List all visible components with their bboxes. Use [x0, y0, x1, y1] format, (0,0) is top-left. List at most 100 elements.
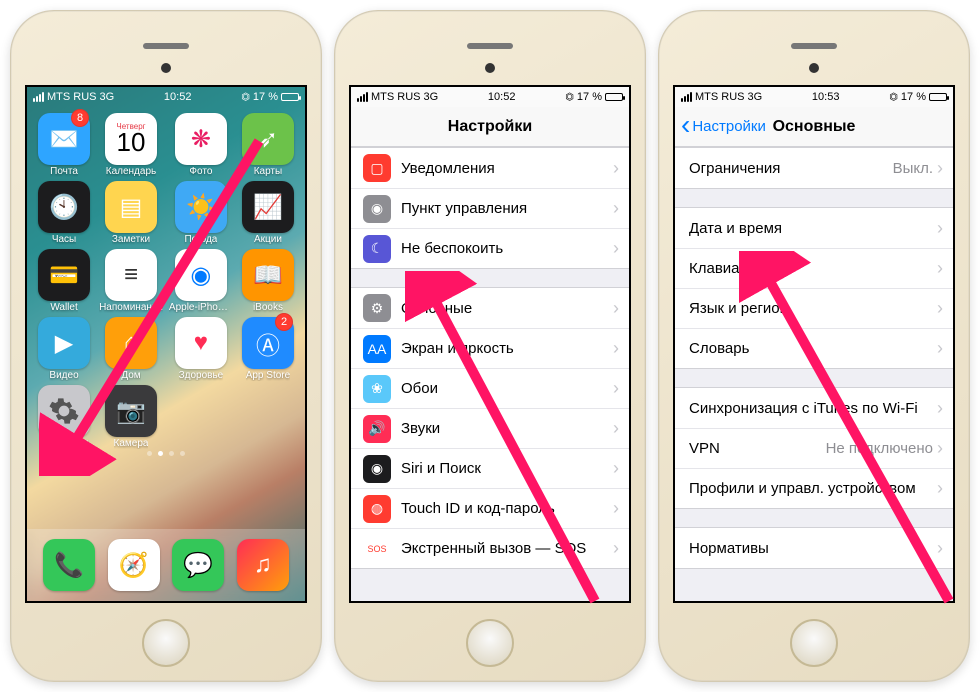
phone-2: MTS RUS 3G 10:52 ⏣ 17 % Настройки ▢ Увед… [334, 10, 646, 682]
settings-row[interactable]: ◍ Touch ID и код-пароль › [351, 488, 629, 528]
app-карты[interactable]: ➶Карты [239, 113, 297, 177]
settings-row[interactable]: Профили и управл. устройством› [675, 468, 953, 508]
settings-row[interactable]: ОграниченияВыкл.› [675, 148, 953, 188]
app-календарь[interactable]: Четверг10Календарь [99, 113, 163, 177]
speaker [791, 43, 837, 49]
settings-row[interactable]: ☾ Не беспокоить › [351, 228, 629, 268]
home-button[interactable] [790, 619, 838, 667]
row-value: Не подключено [826, 440, 933, 457]
app-здоровье[interactable]: ♥Здоровье [169, 317, 233, 381]
app-apple-iphon…[interactable]: ◉Apple-iPhon… [169, 249, 233, 313]
app-часы[interactable]: 🕙Часы [35, 181, 93, 245]
page-dots [27, 451, 305, 456]
app-label: Почта [50, 166, 78, 177]
row-icon: ▢ [363, 154, 391, 182]
app-фото[interactable]: ❋Фото [169, 113, 233, 177]
home-button[interactable] [142, 619, 190, 667]
app-видео[interactable]: ▶︎Видео [35, 317, 93, 381]
status-bar: MTS RUS 3G 10:53 ⏣ 17 % [675, 87, 953, 107]
settings-screen: MTS RUS 3G 10:52 ⏣ 17 % Настройки ▢ Увед… [349, 85, 631, 603]
clock: 10:52 [164, 91, 192, 103]
app-label: Настройки [40, 438, 89, 449]
settings-row[interactable]: ▢ Уведомления › [351, 148, 629, 188]
row-icon: AA [363, 335, 391, 363]
chevron-right-icon: › [937, 298, 943, 319]
settings-row[interactable]: Нормативы› [675, 528, 953, 568]
app-grid: ✉️Почта8Четверг10Календарь❋Фото➶Карты 🕙Ча… [27, 107, 305, 449]
network-label: 3G [424, 91, 439, 103]
chevron-right-icon: › [613, 378, 619, 399]
phone-1: MTS RUS 3G 10:52 ⏣ 17 % ✉️Почта8Четверг1… [10, 10, 322, 682]
chevron-right-icon: › [937, 538, 943, 559]
app-напоминания[interactable]: ≡Напоминания [99, 249, 163, 313]
row-value: Выкл. [893, 160, 933, 177]
app-дом[interactable]: ⌂Дом [99, 317, 163, 381]
app-погода[interactable]: ☀️Погода [169, 181, 233, 245]
row-title: VPN [689, 440, 826, 457]
nav-bar: Настройки Основные [675, 107, 953, 147]
row-icon: SOS [363, 535, 391, 563]
rotation-lock-icon: ⏣ [241, 92, 250, 103]
app-почта[interactable]: ✉️Почта8 [35, 113, 93, 177]
app-icon: ⌂ [105, 317, 157, 369]
back-button[interactable]: Настройки [681, 107, 766, 146]
settings-row[interactable]: ⚙ Основные › [351, 288, 629, 328]
chevron-right-icon: › [613, 238, 619, 259]
app-icon: 🧭 [108, 539, 160, 591]
settings-row[interactable]: Язык и регион› [675, 288, 953, 328]
carrier-label: MTS RUS [371, 91, 421, 103]
app-label: Акции [254, 234, 282, 245]
app-label: Напоминания [99, 302, 163, 313]
app-акции[interactable]: 📈Акции [239, 181, 297, 245]
battery-pct: 17 % [901, 91, 926, 103]
carrier-label: MTS RUS [47, 91, 97, 103]
chevron-right-icon: › [937, 258, 943, 279]
front-camera [485, 63, 495, 73]
general-settings-screen: MTS RUS 3G 10:53 ⏣ 17 % Настройки Основн… [673, 85, 955, 603]
row-title: Язык и регион [689, 300, 937, 317]
app-icon: ▤ [105, 181, 157, 233]
nav-title: Настройки [448, 118, 532, 136]
app-wallet[interactable]: 💳Wallet [35, 249, 93, 313]
row-title: Не беспокоить [401, 240, 613, 257]
signal-icon [357, 92, 368, 102]
settings-row[interactable]: ◉ Siri и Поиск › [351, 448, 629, 488]
app-icon: 📞 [43, 539, 95, 591]
dock-app-телефон[interactable]: 📞Телефон [43, 539, 95, 591]
dock-app-safari[interactable]: 🧭Safari [108, 539, 160, 591]
nav-bar: Настройки [351, 107, 629, 147]
home-button[interactable] [466, 619, 514, 667]
settings-row[interactable]: Словарь› [675, 328, 953, 368]
chevron-right-icon: › [937, 438, 943, 459]
app-icon: ♫ [237, 539, 289, 591]
app-настройки[interactable]: Настройки [35, 385, 93, 449]
chevron-right-icon: › [937, 478, 943, 499]
settings-row[interactable]: ◉ Пункт управления › [351, 188, 629, 228]
settings-row[interactable]: VPNНе подключено› [675, 428, 953, 468]
settings-row[interactable]: 🔊 Звуки › [351, 408, 629, 448]
app-label: Часы [52, 234, 76, 245]
dock-app-сообщения[interactable]: 💬Сообщения [172, 539, 224, 591]
signal-icon [681, 92, 692, 102]
settings-list[interactable]: ▢ Уведомления ›◉ Пункт управления ›☾ Не … [351, 147, 629, 601]
app-камера[interactable]: 📷Камера [99, 385, 163, 449]
settings-row[interactable]: SOS Экстренный вызов — SOS › [351, 528, 629, 568]
app-заметки[interactable]: ▤Заметки [99, 181, 163, 245]
app-icon: ♥ [175, 317, 227, 369]
row-icon: ☾ [363, 235, 391, 263]
app-label: Дом [121, 370, 140, 381]
row-title: Обои [401, 380, 613, 397]
dock-app-музыка[interactable]: ♫Музыка [237, 539, 289, 591]
app-ibooks[interactable]: 📖iBooks [239, 249, 297, 313]
row-title: Клавиатура [689, 260, 937, 277]
row-icon: ◉ [363, 195, 391, 223]
settings-row[interactable]: Дата и время› [675, 208, 953, 248]
settings-row[interactable]: AA Экран и яркость › [351, 328, 629, 368]
app-icon: ➶ [242, 113, 294, 165]
settings-row[interactable]: Синхронизация с iTunes по Wi-Fi› [675, 388, 953, 428]
app-icon: 🕙 [38, 181, 90, 233]
app-app store[interactable]: ⒶApp Store2 [239, 317, 297, 381]
settings-list[interactable]: ОграниченияВыкл.›Дата и время›Клавиатура… [675, 147, 953, 601]
settings-row[interactable]: Клавиатура› [675, 248, 953, 288]
settings-row[interactable]: ❀ Обои › [351, 368, 629, 408]
